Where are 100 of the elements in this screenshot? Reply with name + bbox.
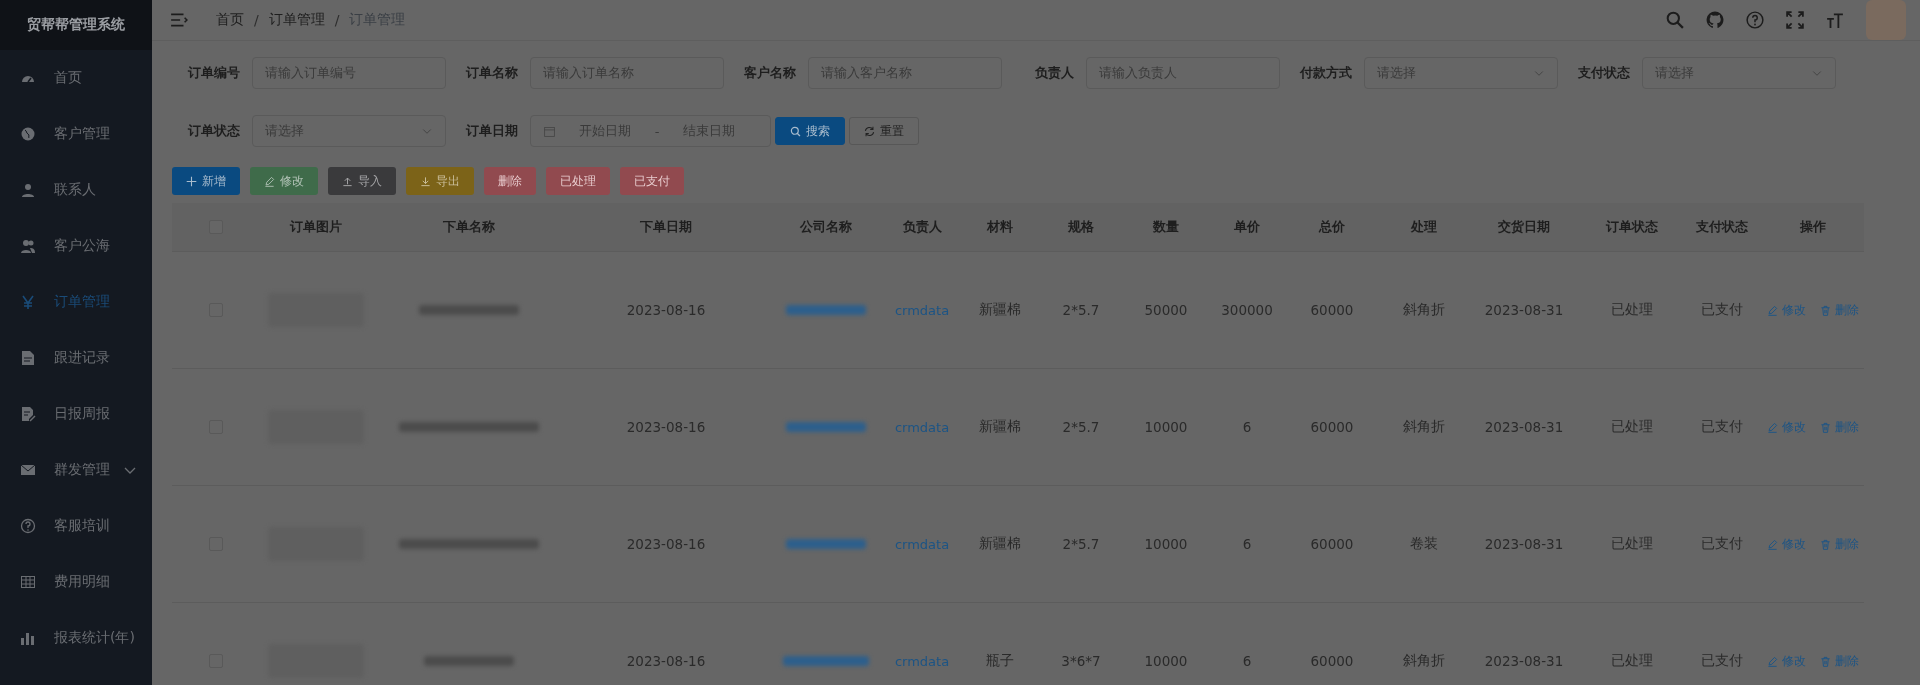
table-cell-text: 卷装 [1409, 535, 1439, 553]
edit-document-icon [20, 406, 36, 422]
table-cell-text: 50000 [1143, 302, 1189, 318]
table-cell-text: 10000 [1143, 419, 1189, 435]
table-cell-text: 2*5.7 [1061, 536, 1101, 552]
table-cell-text: 60000 [1309, 302, 1355, 318]
pencil-icon [264, 175, 275, 187]
filter-label: 客户名称 [743, 64, 796, 82]
pencil-icon [1767, 421, 1778, 433]
breadcrumb-separator: / [254, 12, 259, 28]
sidebar-item[interactable]: 订单管理 [0, 274, 152, 330]
table-cell-text: 6 [1241, 653, 1253, 669]
upload-icon [342, 175, 353, 187]
table-cell-text: 6 [1241, 419, 1253, 435]
search-icon[interactable] [1666, 11, 1684, 29]
column-header: 支付状态 [1695, 218, 1749, 236]
table-cell-text: 已支付 [1700, 301, 1744, 319]
table-cell-text: 60000 [1309, 419, 1355, 435]
help-icon[interactable] [1746, 11, 1764, 29]
column-header: 操作 [1799, 218, 1827, 236]
table-cell-text: 2023-08-16 [625, 653, 707, 669]
table-cell-text: 2023-08-31 [1483, 536, 1565, 552]
table-cell-text: 2023-08-16 [625, 536, 707, 552]
sidebar-item[interactable]: 首页 [0, 50, 152, 106]
breadcrumb-item[interactable]: 首页 [216, 11, 244, 29]
filter-label: 付款方式 [1298, 64, 1352, 82]
table-cell-text: 已支付 [1700, 535, 1744, 553]
trash-icon [1820, 421, 1831, 433]
column-header: 订单图片 [289, 218, 343, 236]
sidebar-item[interactable]: 联系人 [0, 162, 152, 218]
column-header: 交货日期 [1497, 218, 1551, 236]
table-cell-text: 瓶子 [985, 652, 1015, 670]
filter-label: 订单状态 [187, 122, 240, 140]
toolbar-button[interactable]: 修改 [250, 167, 318, 195]
table-cell-text: 2023-08-31 [1483, 302, 1565, 318]
table-cell-text: 6 [1241, 536, 1253, 552]
app-title: 贸帮帮管理系统 [0, 0, 152, 50]
sidebar-item[interactable]: 跟进记录 [0, 330, 152, 386]
column-header: 订单状态 [1605, 218, 1659, 236]
table-cell-text: 斜角折 [1402, 301, 1446, 319]
filter-label: 负责人 [1034, 64, 1074, 82]
sidebar-item[interactable]: 报表统计(年) [0, 610, 152, 666]
column-header: 下单名称 [442, 218, 496, 236]
table-cell-text: 3*6*7 [1060, 653, 1102, 669]
table-cell-text: 斜角折 [1402, 652, 1446, 670]
sidebar-item[interactable]: 客户管理 [0, 106, 152, 162]
table-cell-text: 2023-08-16 [625, 419, 707, 435]
table-cell-text: 2023-08-16 [625, 302, 707, 318]
column-header: 负责人 [901, 218, 943, 236]
table-cell-text: 斜角折 [1402, 418, 1446, 436]
sidebar-item[interactable]: 群发管理 [0, 442, 152, 498]
trash-icon [1820, 538, 1831, 550]
trash-icon [1820, 655, 1831, 667]
fullscreen-icon[interactable] [1786, 11, 1804, 29]
search-button[interactable]: 搜索 [775, 117, 845, 145]
breadcrumb-separator: / [334, 12, 340, 28]
trash-icon [1820, 304, 1831, 316]
filter-label: 支付状态 [1577, 64, 1630, 82]
sidebar-item[interactable]: 费用明细 [0, 554, 152, 610]
breadcrumb-item[interactable]: 订单管理 [268, 11, 325, 29]
table-cell-text: 2*5.7 [1061, 419, 1101, 435]
pencil-icon [1767, 538, 1778, 550]
filter-label: 订单日期 [465, 122, 518, 140]
bar-chart-icon [20, 630, 36, 646]
search-icon [790, 125, 801, 137]
sidebar-item[interactable]: 日报周报 [0, 386, 152, 442]
pencil-icon [1767, 655, 1778, 667]
table-cell-text: 10000 [1143, 653, 1189, 669]
people-icon [20, 238, 36, 254]
font-size-icon[interactable] [1826, 11, 1844, 29]
plus-icon [186, 175, 197, 187]
yen-icon [20, 294, 36, 310]
table-cell-text: 2023-08-31 [1483, 653, 1565, 669]
question-icon [20, 518, 36, 534]
table-cell-text: 10000 [1143, 536, 1189, 552]
column-header: 总价 [1317, 218, 1346, 236]
calendar-icon [543, 124, 556, 138]
document-icon [20, 350, 36, 366]
table-cell-text: 2023-08-31 [1483, 419, 1565, 435]
table-cell-text: 已支付 [1700, 418, 1744, 436]
download-icon [420, 175, 431, 187]
column-header: 处理 [1410, 218, 1438, 236]
person-icon [20, 182, 36, 198]
column-header: 材料 [986, 218, 1014, 236]
column-header: 下单日期 [639, 218, 693, 236]
table-icon [20, 574, 36, 590]
toolbar-button[interactable]: 导出 [406, 167, 474, 195]
column-header: 公司名称 [799, 218, 853, 236]
menu-icon[interactable] [170, 11, 188, 29]
sidebar-item[interactable]: 客服培训 [0, 498, 152, 554]
sidebar-item[interactable]: 客户公海 [0, 218, 152, 274]
pencil-icon [1767, 304, 1778, 316]
envelope-icon [20, 462, 36, 478]
column-header: 数量 [1152, 218, 1180, 236]
table-cell-text: 2*5.7 [1061, 302, 1101, 318]
table-cell-text: 60000 [1309, 653, 1355, 669]
filter-label: 订单编号 [187, 64, 240, 82]
toolbar-button[interactable]: 导入 [328, 167, 396, 195]
toolbar-button[interactable]: 新增 [172, 167, 240, 195]
cat-logo-icon[interactable] [1706, 11, 1724, 29]
